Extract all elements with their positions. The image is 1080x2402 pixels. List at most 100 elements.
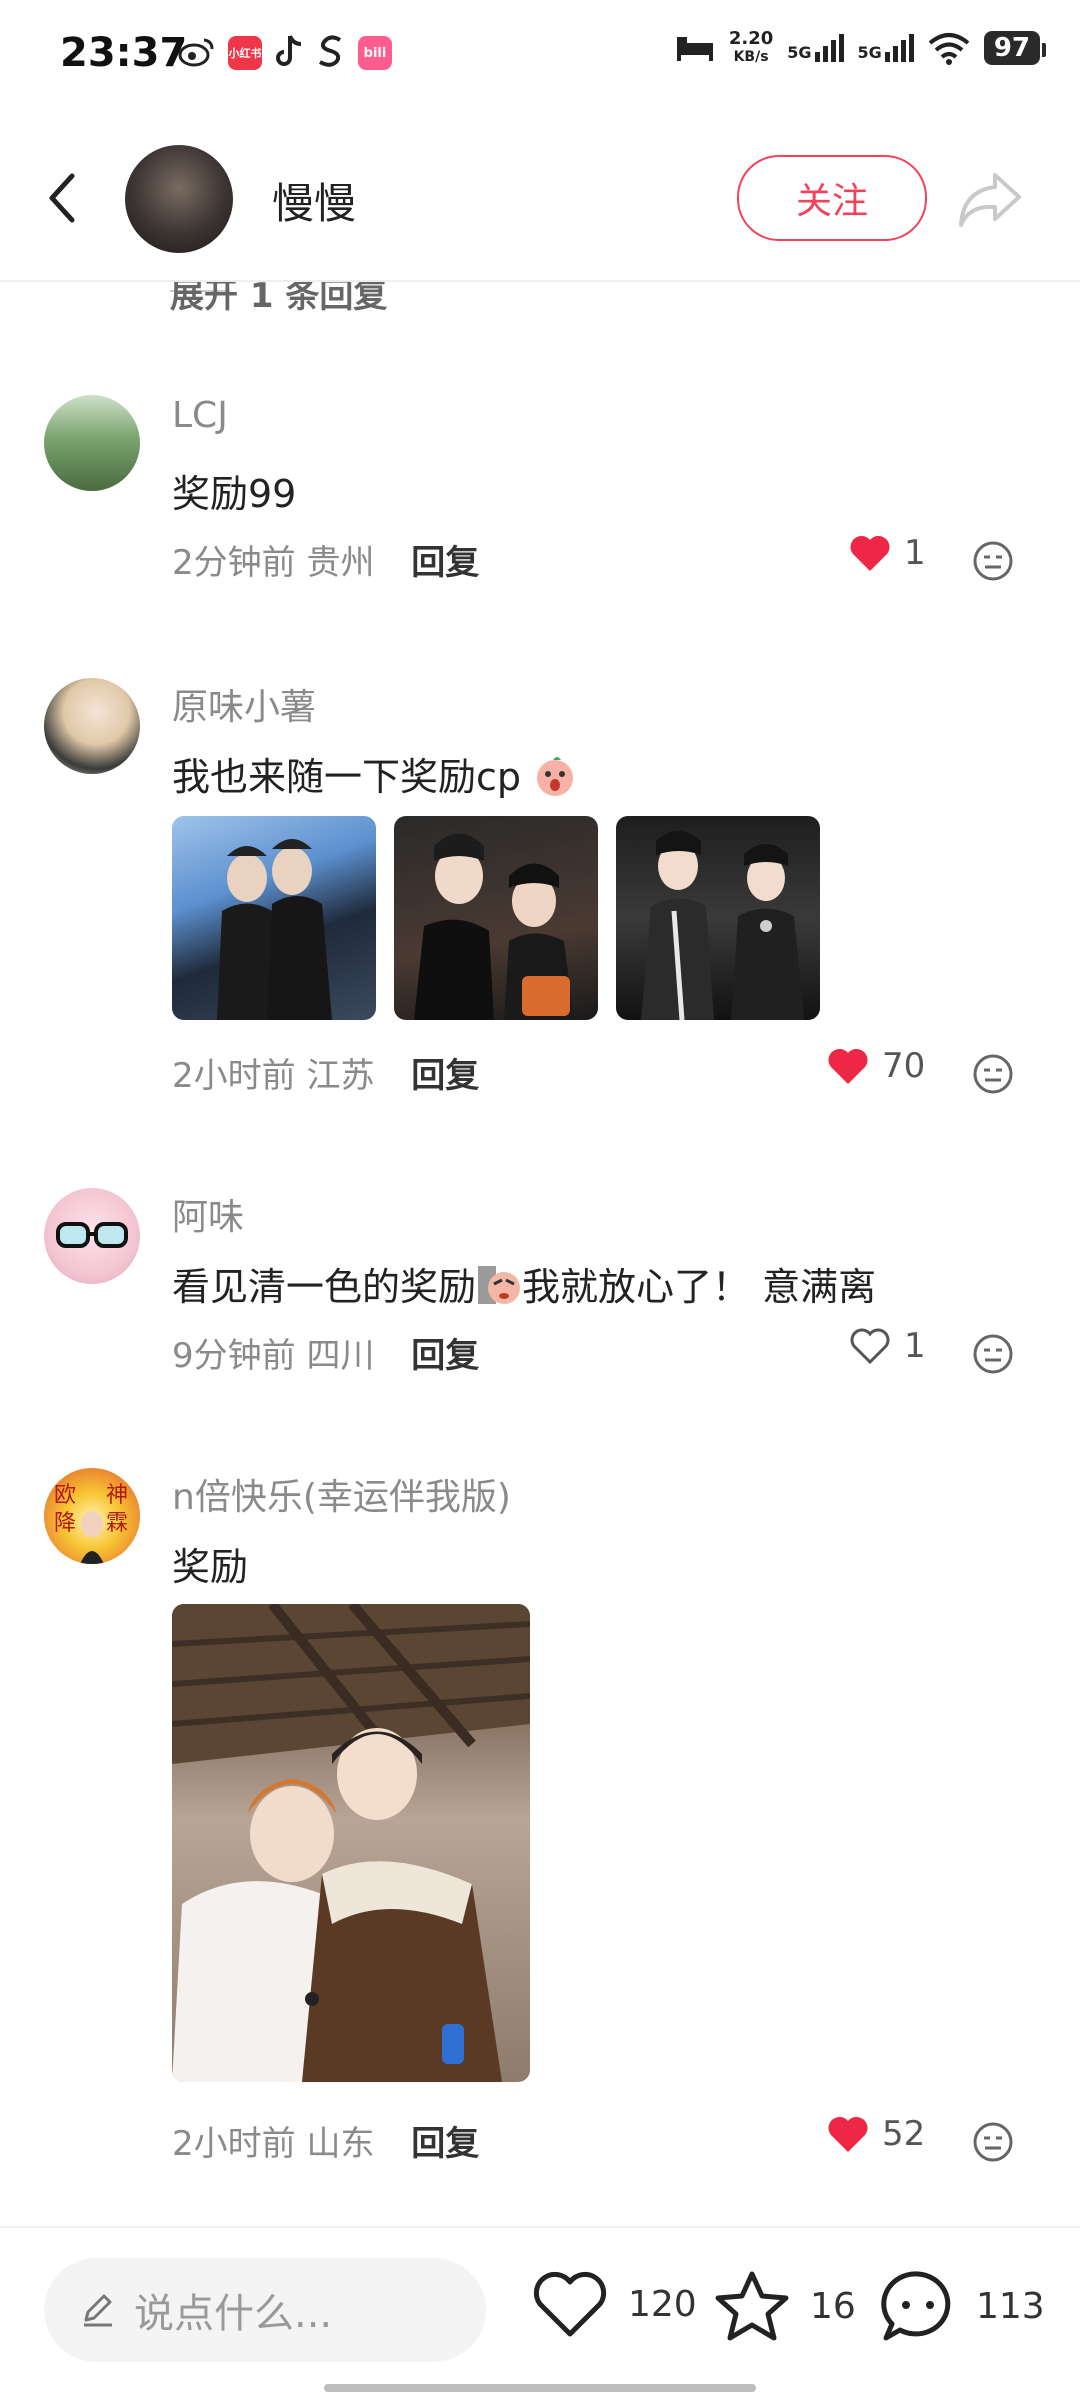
comment-image[interactable] [394, 816, 598, 1020]
commenter-name[interactable]: LCJ [172, 395, 228, 436]
battery-indicator: 97 [983, 31, 1047, 65]
comment-location: 山东 [306, 2124, 375, 2164]
commenter-name[interactable]: 阿味 [172, 1188, 244, 1240]
speed-unit: KB/s [733, 49, 769, 65]
comment-text[interactable]: 我也来随一下奖励cp [172, 746, 577, 801]
comment-image[interactable] [172, 816, 376, 1020]
avatar-art: 欧 神 降 霖 [54, 1483, 128, 1564]
comment-time: 2小时前 [172, 2124, 296, 2164]
comment-location: 江苏 [306, 1056, 375, 1096]
avatar-glasses-icon [56, 1222, 128, 1248]
comment-image-grid [172, 816, 820, 1020]
reply-button[interactable]: 回复 [411, 1056, 479, 1096]
signal-1: 5G [787, 34, 844, 62]
avatar-char: 神 [106, 1483, 128, 1508]
star-outline-icon [715, 2271, 789, 2341]
comment-meta: 2分钟前 贵州 回复 [172, 535, 479, 584]
photo-figures [414, 833, 574, 1020]
network-type-1: 5G [787, 43, 812, 62]
author-name[interactable]: 慢慢 [272, 170, 356, 231]
comment-like[interactable]: 1 [848, 1326, 926, 1366]
commenter-avatar[interactable] [44, 1188, 140, 1284]
avatar-char: 霖 [106, 1511, 128, 1536]
author-avatar[interactable] [125, 145, 233, 253]
sticker-emoji-icon [478, 1266, 521, 1304]
comment-image[interactable] [172, 1604, 530, 2082]
commenter-avatar[interactable]: 欧 神 降 霖 [44, 1468, 140, 1564]
commenter-avatar[interactable] [44, 678, 140, 774]
status-bar: 23:37 小红书 bili 2.20 KB/s 5G 5G 97 [0, 0, 1080, 110]
network-type-2: 5G [857, 43, 882, 62]
back-icon[interactable] [38, 168, 88, 228]
comment-like[interactable]: 70 [826, 1046, 925, 1086]
comment-like[interactable]: 1 [848, 533, 926, 573]
comment-button[interactable]: 113 [878, 2268, 1045, 2344]
emoji-reaction-icon[interactable] [972, 1053, 1014, 1095]
signal-bars-icon [884, 34, 914, 62]
emoji-reaction-icon[interactable] [972, 540, 1014, 582]
comment-image[interactable] [616, 816, 820, 1020]
like-count: 1 [904, 533, 926, 573]
like-count: 70 [882, 1046, 926, 1086]
shocked-face-emoji-icon [537, 757, 574, 796]
share-icon[interactable] [955, 165, 1027, 235]
sleep-mode-icon [676, 37, 713, 61]
tiktok-icon [274, 34, 304, 72]
comment-time: 9分钟前 [172, 1336, 296, 1376]
commenter-name[interactable]: 原味小薯 [172, 678, 316, 730]
comment-meta: 9分钟前 四川 回复 [172, 1328, 479, 1377]
status-time: 23:37 [60, 30, 188, 76]
chat-bubble-icon [881, 2271, 951, 2341]
favorite-button[interactable]: 16 [712, 2268, 856, 2344]
xiaohongshu-icon: 小红书 [228, 36, 262, 70]
bottom-action-bar: 说点什么... 120 16 113 [0, 2226, 1080, 2402]
comment-text[interactable]: 看见清一色的奖励 我就放心了！ 意满离 [172, 1256, 876, 1311]
comment-meta: 2小时前 江苏 回复 [172, 1048, 479, 1097]
home-indicator[interactable] [324, 2384, 756, 2392]
comment-input-placeholder: 说点什么... [134, 2291, 333, 2337]
status-app-icons: 小红书 bili [178, 34, 392, 72]
reply-button[interactable]: 回复 [411, 2124, 479, 2164]
emoji-reaction-icon[interactable] [972, 2121, 1014, 2163]
like-total: 120 [628, 2283, 697, 2325]
bilibili-icon: bili [358, 36, 392, 70]
photo-figures [641, 831, 804, 1020]
avatar-char: 降 [54, 1511, 76, 1536]
network-speed: 2.20 KB/s [729, 30, 773, 66]
comment-text[interactable]: 奖励 [172, 1536, 248, 1591]
comment-text-content: 我也来随一下奖励cp [172, 755, 522, 799]
heart-outline-icon [533, 2271, 607, 2337]
follow-button[interactable]: 关注 [737, 155, 927, 241]
comment-input[interactable]: 说点什么... [44, 2258, 486, 2362]
comment-total: 113 [976, 2285, 1045, 2327]
comment-location: 贵州 [306, 543, 375, 583]
favorite-total: 16 [810, 2285, 856, 2327]
like-button[interactable]: 120 [530, 2268, 697, 2340]
comment-like[interactable]: 52 [826, 2114, 925, 2154]
like-count: 1 [904, 1326, 926, 1366]
comment-text-part2: 我就放心了！ 意满离 [522, 1265, 877, 1309]
comment-time: 2小时前 [172, 1056, 296, 1096]
signal-bars-icon [814, 34, 844, 62]
heart-filled-icon [828, 1048, 868, 1084]
weibo-icon [178, 34, 216, 72]
comment-text[interactable]: 奖励99 [172, 463, 296, 518]
commenter-avatar[interactable] [44, 395, 140, 491]
comment-time: 2分钟前 [172, 543, 296, 583]
note-header: 慢慢 关注 [0, 110, 1080, 282]
soul-icon [316, 34, 346, 72]
emoji-reaction-icon[interactable] [972, 1333, 1014, 1375]
commenter-name[interactable]: n倍快乐(幸运伴我版) [172, 1468, 511, 1520]
heart-filled-icon [828, 2116, 868, 2152]
photo-figures [217, 839, 332, 1020]
reply-button[interactable]: 回复 [411, 543, 479, 583]
avatar-char: 欧 [54, 1483, 76, 1508]
status-right: 2.20 KB/s 5G 5G 97 [675, 30, 1047, 66]
comment-text-part1: 看见清一色的奖励 [172, 1265, 477, 1309]
speed-value: 2.20 [728, 28, 774, 49]
comment-meta: 2小时前 山东 回复 [172, 2116, 479, 2165]
photo-figures [172, 1604, 530, 2082]
reply-button[interactable]: 回复 [411, 1336, 479, 1376]
like-count: 52 [882, 2114, 926, 2154]
signal-2: 5G [858, 34, 914, 62]
